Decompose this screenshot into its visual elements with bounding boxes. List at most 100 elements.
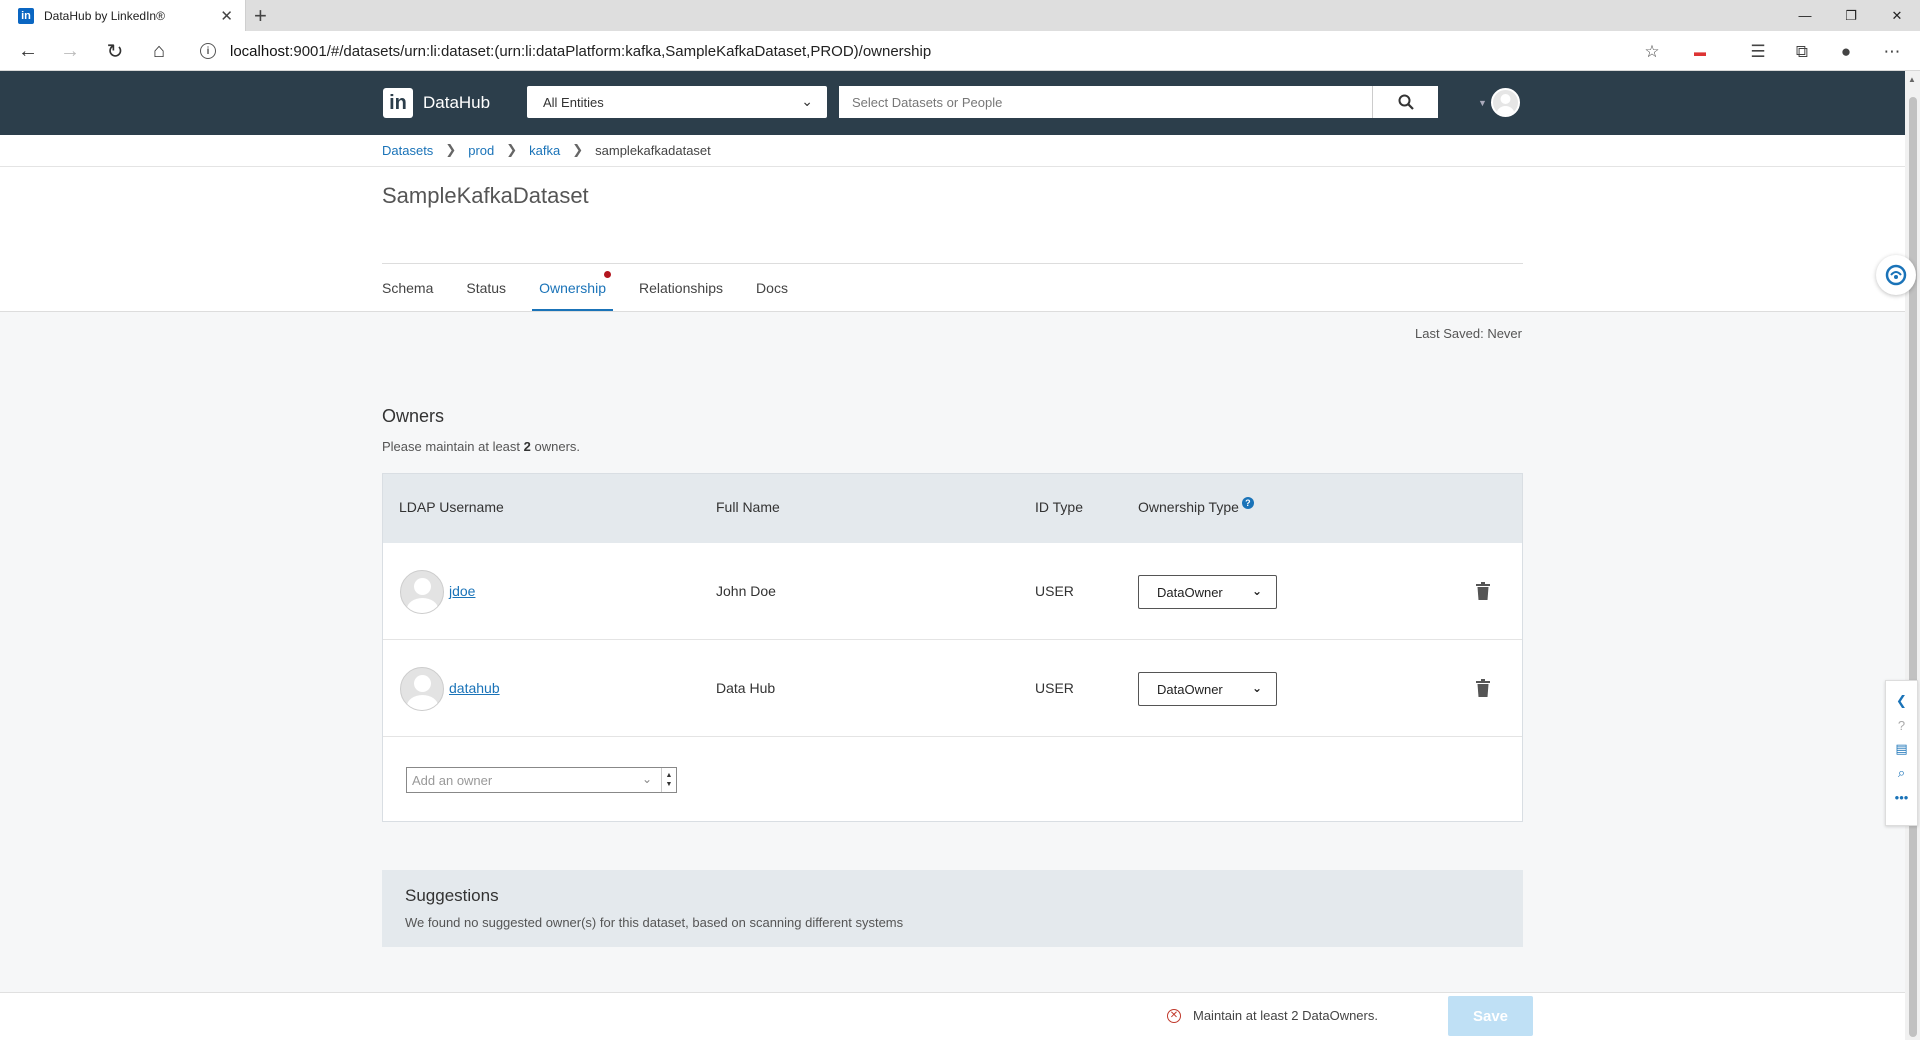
- save-button[interactable]: Save: [1448, 996, 1533, 1036]
- tab-docs[interactable]: Docs: [756, 264, 788, 312]
- chevron-down-icon[interactable]: ⌄: [642, 772, 652, 786]
- user-menu[interactable]: ▼: [1478, 88, 1520, 117]
- app-name: DataHub: [423, 93, 491, 112]
- browser-tab[interactable]: in DataHub by LinkedIn® ✕: [0, 0, 246, 31]
- entity-type-value: All Entities: [543, 94, 604, 110]
- last-saved-status: Last Saved: Never: [1415, 326, 1522, 341]
- browser-tabbar: in DataHub by LinkedIn® ✕ + — ❐ ✕: [0, 0, 1920, 31]
- owners-heading: Owners: [382, 406, 445, 426]
- profile-icon[interactable]: ●: [1834, 40, 1858, 64]
- chevron-down-icon: ⌄: [1251, 584, 1262, 598]
- column-header-full-name: Full Name: [716, 499, 780, 515]
- favorites-list-icon[interactable]: ☰: [1746, 40, 1770, 64]
- search-button[interactable]: [1372, 86, 1438, 118]
- alert-dot-icon: [603, 271, 611, 278]
- error-icon: ✕: [1167, 1008, 1181, 1023]
- linkedin-favicon-icon: in: [18, 7, 34, 24]
- scroll-thumb[interactable]: [1909, 97, 1917, 1037]
- table-header: LDAP Username Full Name ID Type Ownershi…: [383, 474, 1522, 543]
- minimize-icon[interactable]: —: [1782, 0, 1828, 31]
- entity-type-select[interactable]: All Entities ⌄: [527, 86, 827, 118]
- chevron-right-icon: ❯: [445, 142, 457, 157]
- new-tab-button[interactable]: +: [254, 3, 267, 29]
- close-tab-icon[interactable]: ✕: [220, 7, 233, 25]
- reader-icon[interactable]: ▤: [1895, 737, 1907, 761]
- tab-schema[interactable]: Schema: [382, 264, 433, 312]
- favorite-star-icon[interactable]: ☆: [1640, 40, 1664, 64]
- chevron-right-icon: ❯: [506, 142, 518, 157]
- suggestions-title: Suggestions: [405, 886, 499, 905]
- home-icon[interactable]: ⌂: [147, 39, 171, 63]
- owner-username-link[interactable]: jdoe: [449, 583, 475, 599]
- tab-relationships[interactable]: Relationships: [639, 264, 723, 312]
- suggestions-panel: Suggestions We found no suggested owner(…: [382, 870, 1523, 947]
- ownership-type-select[interactable]: DataOwner ⌄: [1138, 672, 1277, 706]
- datahub-logo[interactable]: in DataHub: [383, 88, 490, 118]
- owner-avatar: [400, 570, 444, 614]
- collections-icon[interactable]: ⧉: [1790, 40, 1814, 64]
- owner-id-type: USER: [1035, 583, 1074, 599]
- owner-avatar: [400, 667, 444, 711]
- extension-icon[interactable]: ▬: [1688, 40, 1712, 64]
- site-info-icon[interactable]: i: [200, 43, 216, 59]
- chevron-down-icon: ⌄: [1251, 681, 1262, 695]
- back-icon[interactable]: ←: [16, 39, 40, 63]
- tab-ownership[interactable]: Ownership: [532, 264, 613, 312]
- restore-icon[interactable]: ❐: [1828, 0, 1874, 31]
- add-owner-input[interactable]: Add an owner ⌄ ▲ ▼: [406, 767, 677, 793]
- chat-widget-button[interactable]: [1876, 255, 1916, 295]
- chevron-down-icon: ⌄: [801, 93, 813, 109]
- more-icon[interactable]: •••: [1895, 785, 1909, 809]
- validation-error-text: Maintain at least 2 DataOwners.: [1193, 1008, 1378, 1023]
- table-row: jdoe John Doe USER DataOwner ⌄: [383, 543, 1522, 640]
- help-circle-icon[interactable]: ?: [1898, 713, 1905, 737]
- breadcrumb-prod[interactable]: prod: [468, 143, 494, 158]
- chevron-left-icon[interactable]: ❮: [1896, 689, 1907, 713]
- column-header-ownership-type: Ownership Type?: [1138, 497, 1254, 515]
- chevron-right-icon: ❯: [572, 142, 584, 157]
- ownership-panel: Last Saved: Never Owners Please maintain…: [0, 312, 1905, 992]
- page-scrollbar[interactable]: ▲: [1905, 71, 1920, 1040]
- owner-id-type: USER: [1035, 680, 1074, 696]
- owner-full-name: John Doe: [716, 583, 776, 599]
- breadcrumb-kafka[interactable]: kafka: [529, 143, 560, 158]
- forward-icon[interactable]: →: [58, 39, 82, 63]
- add-owner-row: Add an owner ⌄ ▲ ▼: [383, 737, 1522, 820]
- browser-tab-title: DataHub by LinkedIn®: [44, 8, 165, 23]
- validation-error: ✕ Maintain at least 2 DataOwners.: [1167, 1008, 1378, 1023]
- page-title: SampleKafkaDataset: [382, 183, 589, 208]
- url-text[interactable]: localhost:9001/#/datasets/urn:li:dataset…: [230, 43, 931, 60]
- help-icon[interactable]: ?: [1241, 497, 1254, 509]
- owner-username-link[interactable]: datahub: [449, 680, 500, 696]
- owners-hint: Please maintain at least 2 owners.: [382, 439, 581, 454]
- stepper-icon[interactable]: ▲ ▼: [661, 768, 676, 792]
- search-input[interactable]: [839, 86, 1372, 118]
- window-controls: — ❐ ✕: [1782, 0, 1920, 31]
- tab-status[interactable]: Status: [466, 264, 506, 312]
- delete-trash-icon[interactable]: [1476, 582, 1490, 600]
- more-options-icon[interactable]: ⋯: [1880, 40, 1904, 64]
- breadcrumb-datasets[interactable]: Datasets: [382, 143, 433, 158]
- suggestions-text: We found no suggested owner(s) for this …: [405, 915, 904, 930]
- breadcrumb: Datasets ❯ prod ❯ kafka ❯ samplekafkadat…: [382, 142, 711, 158]
- delete-trash-icon[interactable]: [1476, 679, 1490, 697]
- user-avatar: [1490, 88, 1520, 117]
- close-window-icon[interactable]: ✕: [1874, 0, 1920, 31]
- column-header-ldap: LDAP Username: [399, 499, 504, 515]
- column-header-id-type: ID Type: [1035, 499, 1083, 515]
- caret-down-icon: ▼: [1478, 97, 1487, 108]
- app-header: in DataHub All Entities ⌄ ▼: [0, 71, 1905, 135]
- table-row: datahub Data Hub USER DataOwner ⌄: [383, 640, 1522, 737]
- address-bar[interactable]: i localhost:9001/#/datasets/urn:li:datas…: [200, 37, 1680, 65]
- refresh-icon[interactable]: ↻: [103, 39, 127, 63]
- scroll-up-icon[interactable]: ▲: [1908, 75, 1916, 84]
- side-toolbar: ❮ ? ▤ ⌕ •••: [1885, 680, 1918, 826]
- ownership-type-select[interactable]: DataOwner ⌄: [1138, 575, 1277, 609]
- browser-toolbar: ← → ↻ ⌂ i localhost:9001/#/datasets/urn:…: [0, 31, 1920, 71]
- dataset-tabs: Schema Status Ownership Relationships Do…: [382, 264, 821, 312]
- action-footer: ✕ Maintain at least 2 DataOwners. Save: [0, 992, 1905, 1040]
- divider: [0, 166, 1905, 167]
- owner-full-name: Data Hub: [716, 680, 776, 696]
- search-icon[interactable]: ⌕: [1898, 761, 1905, 785]
- breadcrumb-current: samplekafkadataset: [595, 142, 711, 158]
